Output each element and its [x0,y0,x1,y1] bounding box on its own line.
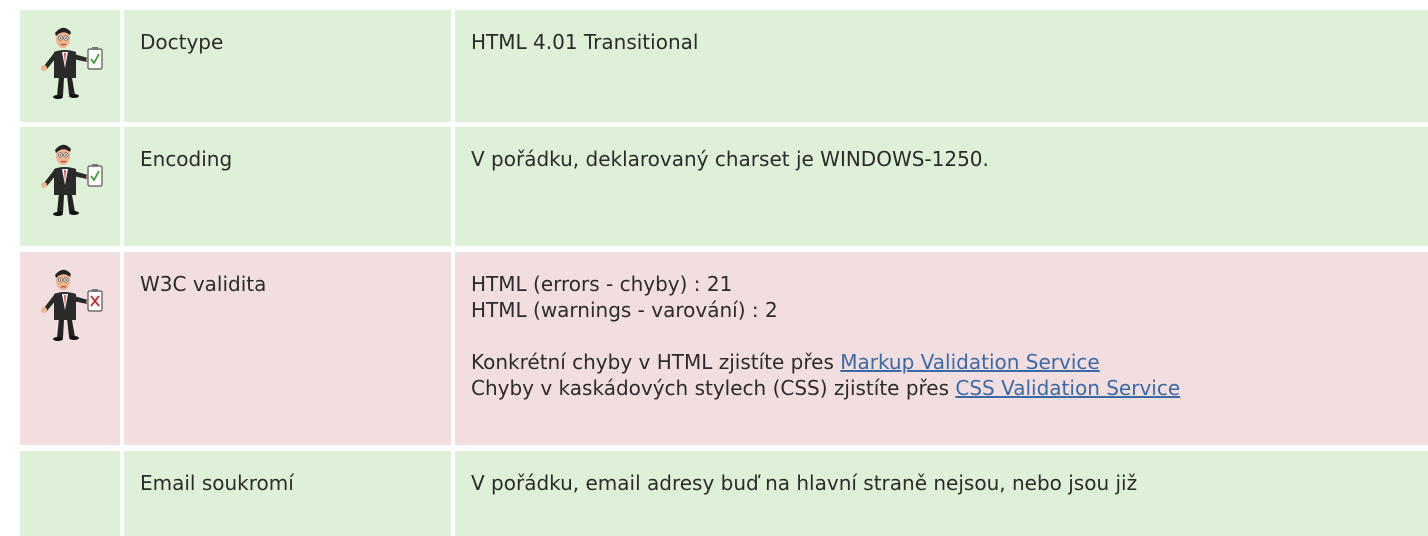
result-label-cell: Email soukromí [124,451,451,536]
css-validation-service-link[interactable]: CSS Validation Service [955,376,1180,400]
result-label-cell: Doctype [124,10,451,122]
status-icon-cell [20,10,120,122]
result-value-cell: V pořádku, deklarovaný charset je WINDOW… [455,127,1428,246]
man-checklist-ok-icon [41,144,103,216]
markup-validation-line: Konkrétní chyby v HTML zjistíte přes Mar… [471,349,1180,375]
result-row-email-privacy: Email soukromí V pořádku, email adresy b… [20,451,1428,536]
result-row-encoding: Encoding V pořádku, deklarovaný charset … [20,127,1428,246]
html-warnings-count: HTML (warnings - varování) : 2 [471,298,778,322]
css-validation-text: Chyby v kaskádových stylech (CSS) zjistí… [471,376,956,400]
result-value-cell: HTML 4.01 Transitional [455,10,1428,122]
status-icon-cell [20,451,120,536]
html-errors-count: HTML (errors - chyby) : 21 [471,272,733,296]
result-label: Email soukromí [140,471,294,495]
result-value-cell: HTML (errors - chyby) : 21 HTML (warning… [455,252,1428,445]
result-value: V pořádku, email adresy buď na hlavní st… [471,471,1138,495]
result-value: HTML (errors - chyby) : 21 HTML (warning… [471,271,1180,401]
status-icon-cell [20,127,120,246]
result-value-cell: V pořádku, email adresy buď na hlavní st… [455,451,1428,536]
result-value: HTML 4.01 Transitional [471,30,699,54]
result-label: Doctype [140,30,224,54]
css-validation-line: Chyby v kaskádových stylech (CSS) zjistí… [471,375,1180,401]
result-value: V pořádku, deklarovaný charset je WINDOW… [471,147,989,171]
result-label: Encoding [140,147,233,171]
result-label-cell: W3C validita [124,252,451,445]
result-label: W3C validita [140,272,267,296]
result-label-cell: Encoding [124,127,451,246]
line-spacer [471,323,1180,349]
man-checklist-ok-icon [41,27,103,99]
man-checklist-error-icon [41,269,103,341]
markup-validation-service-link[interactable]: Markup Validation Service [840,350,1099,374]
result-row-doctype: Doctype HTML 4.01 Transitional [20,10,1428,122]
markup-validation-text: Konkrétní chyby v HTML zjistíte přes [471,350,841,374]
status-icon-cell [20,252,120,445]
result-row-w3c-validity: W3C validita HTML (errors - chyby) : 21 … [20,252,1428,445]
